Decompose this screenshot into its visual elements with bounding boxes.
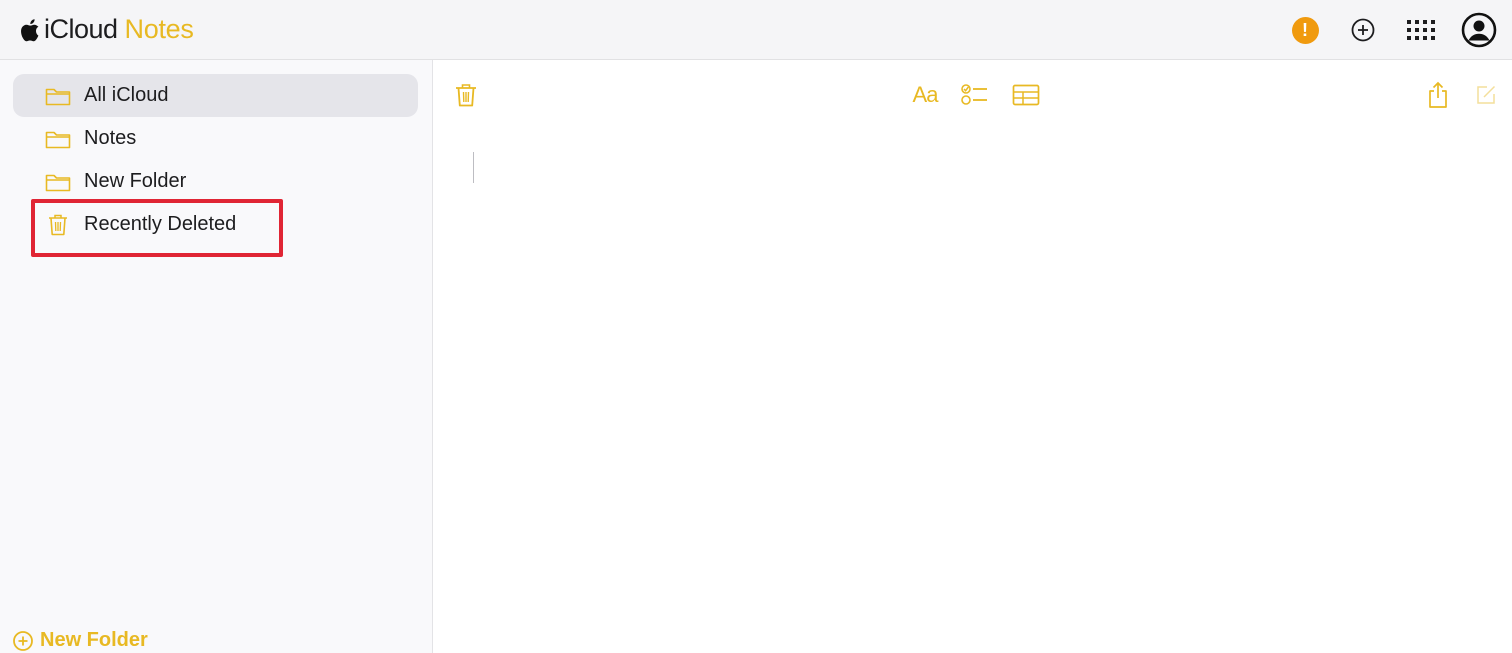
sidebar-item-recently-deleted[interactable]: Recently Deleted: [13, 203, 418, 246]
top-bar: iCloud Notes !: [0, 0, 1512, 60]
format-text-button[interactable]: Aa: [910, 80, 940, 110]
table-button[interactable]: [1010, 80, 1042, 110]
alert-icon: !: [1291, 16, 1319, 44]
app-grid-icon: [1407, 20, 1435, 40]
compose-icon: [1477, 85, 1496, 104]
folders-sidebar: All iCloud Notes New Folder Recently Del…: [0, 60, 433, 653]
sidebar-item-label: New Folder: [84, 170, 187, 192]
text-cursor: [473, 152, 474, 183]
sidebar-item-all-icloud[interactable]: All iCloud: [13, 74, 418, 117]
apple-icon: [21, 18, 39, 41]
note-editor[interactable]: Aa: [433, 60, 1512, 653]
share-icon: [1429, 81, 1447, 108]
alert-symbol: !: [1302, 19, 1308, 40]
new-folder-label: New Folder: [40, 629, 148, 651]
app-launcher-button[interactable]: [1402, 11, 1440, 49]
compose-button[interactable]: [1473, 82, 1499, 108]
top-right-controls: !: [1266, 11, 1498, 49]
sidebar-item-label: Recently Deleted: [84, 213, 237, 235]
checklist-button[interactable]: [960, 80, 990, 110]
alert-button[interactable]: !: [1286, 11, 1324, 49]
add-circle-icon: [13, 630, 33, 651]
new-folder-button[interactable]: New Folder: [12, 629, 148, 652]
trash-icon: [45, 214, 71, 236]
folder-icon: [45, 85, 71, 107]
table-icon: [1012, 84, 1040, 106]
brand-icloud: iCloud: [44, 14, 118, 44]
sidebar-item-label: Notes: [84, 127, 137, 149]
brand-notes: Notes: [124, 14, 194, 44]
checklist-icon: [961, 84, 987, 105]
account-icon: [1461, 12, 1497, 48]
folder-icon: [45, 128, 71, 150]
account-button[interactable]: [1460, 11, 1498, 49]
trash-icon: [456, 84, 476, 107]
delete-note-button[interactable]: [453, 80, 479, 110]
format-text-icon: Aa: [912, 82, 939, 107]
app-brand[interactable]: iCloud Notes: [21, 14, 194, 45]
sidebar-item-notes[interactable]: Notes: [13, 117, 418, 160]
add-circle-icon: [1351, 18, 1375, 42]
sidebar-item-new-folder[interactable]: New Folder: [13, 160, 418, 203]
share-button[interactable]: [1425, 79, 1451, 111]
sidebar-item-label: All iCloud: [84, 84, 169, 106]
add-button[interactable]: [1344, 11, 1382, 49]
folder-icon: [45, 171, 71, 193]
